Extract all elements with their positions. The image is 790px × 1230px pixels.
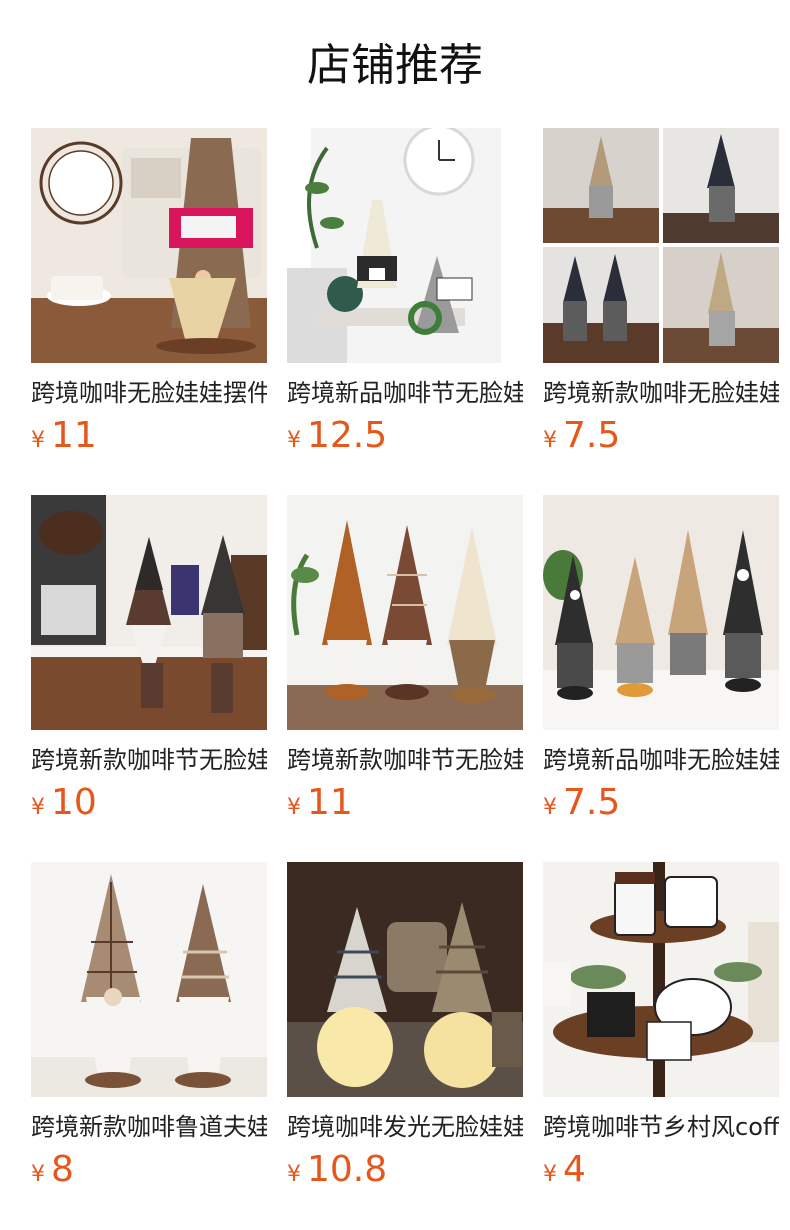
currency-symbol: ¥ (543, 795, 557, 820)
product-price: ¥8 (31, 1148, 74, 1192)
price-value: 4 (563, 1149, 586, 1190)
price-value: 11 (307, 782, 353, 823)
product-name[interactable]: 跨境咖啡无脸娃娃摆件 (31, 376, 267, 410)
product-price: ¥10 (31, 781, 97, 825)
product-name[interactable]: 跨境新品咖啡节无脸娃娃 (287, 376, 523, 410)
currency-symbol: ¥ (287, 1162, 301, 1187)
product-price: ¥11 (287, 781, 353, 825)
price-value: 12.5 (307, 415, 388, 456)
price-value: 7.5 (563, 782, 621, 823)
product-image[interactable] (543, 862, 779, 1097)
price-value: 7.5 (563, 415, 621, 456)
product-image[interactable] (543, 128, 779, 363)
currency-symbol: ¥ (543, 1162, 557, 1187)
product-image[interactable] (287, 862, 523, 1097)
price-value: 8 (51, 1149, 74, 1190)
product-image[interactable] (543, 495, 779, 730)
product-name[interactable]: 跨境新款咖啡节无脸娃娃 (287, 743, 523, 777)
price-value: 11 (51, 415, 97, 456)
currency-symbol: ¥ (287, 428, 301, 453)
product-image[interactable] (31, 495, 267, 730)
currency-symbol: ¥ (31, 795, 45, 820)
product-price: ¥12.5 (287, 414, 387, 458)
product-image[interactable] (287, 128, 523, 363)
section-title: 店铺推荐 (307, 40, 483, 91)
product-name[interactable]: 跨境咖啡节乡村风coffee (543, 1110, 779, 1144)
price-value: 10.8 (307, 1149, 388, 1190)
product-price: ¥7.5 (543, 781, 620, 825)
product-name[interactable]: 跨境新款咖啡鲁道夫娃娃 (31, 1110, 267, 1144)
currency-symbol: ¥ (31, 1162, 45, 1187)
product-price: ¥11 (31, 414, 97, 458)
currency-symbol: ¥ (543, 428, 557, 453)
product-price: ¥7.5 (543, 414, 620, 458)
product-name[interactable]: 跨境咖啡发光无脸娃娃 (287, 1110, 523, 1144)
price-value: 10 (51, 782, 97, 823)
product-name[interactable]: 跨境新款咖啡节无脸娃娃 (31, 743, 267, 777)
currency-symbol: ¥ (31, 428, 45, 453)
product-image[interactable] (31, 128, 267, 363)
product-image[interactable] (31, 862, 267, 1097)
product-price: ¥4 (543, 1148, 586, 1192)
product-price: ¥10.8 (287, 1148, 387, 1192)
product-image[interactable] (287, 495, 523, 730)
product-name[interactable]: 跨境新品咖啡无脸娃娃 (543, 743, 779, 777)
product-name[interactable]: 跨境新款咖啡无脸娃娃 (543, 376, 779, 410)
currency-symbol: ¥ (287, 795, 301, 820)
